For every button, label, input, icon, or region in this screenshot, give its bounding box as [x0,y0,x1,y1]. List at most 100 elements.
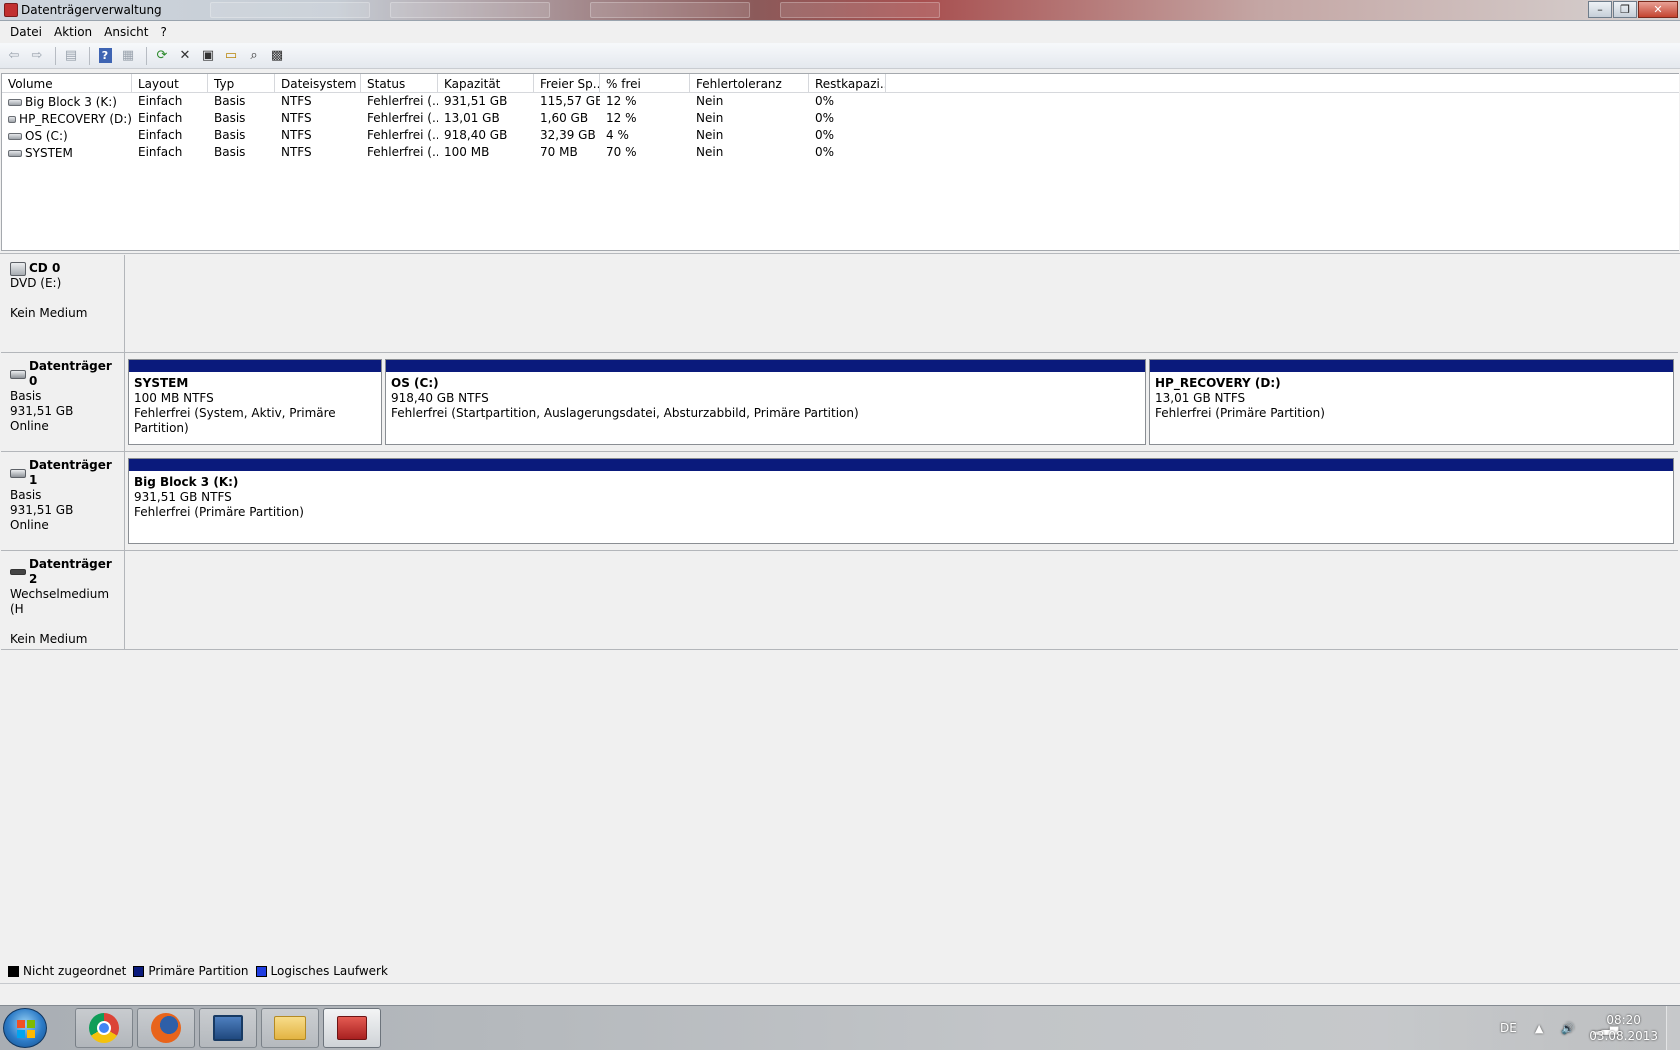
volume-icon[interactable]: 🔊 [1561,1022,1575,1035]
fault-tolerance-cell: Nein [696,111,724,125]
disk-row-disk1: Datenträger 1 Basis 931,51 GB Online Big… [1,452,1678,551]
partition-status: Fehlerfrei (System, Aktiv, Primäre Parti… [134,406,336,435]
table-row[interactable]: HP_RECOVERY (D:) Einfach Basis NTFS Fehl… [2,110,1679,127]
disk-info-line: 931,51 GB [10,503,74,517]
hard-disk-icon [10,369,26,379]
partition-big-block-3[interactable]: Big Block 3 (K:) 931,51 GB NTFS Fehlerfr… [128,458,1674,544]
column-header-layout[interactable]: Layout [132,74,208,92]
menu-datei[interactable]: Datei [4,22,48,42]
disk-info-line: DVD (E:) [10,276,62,290]
partition-name: SYSTEM [134,376,189,390]
fault-tolerance-cell: Nein [696,145,724,159]
column-header-kapazitaet[interactable]: Kapazität [438,74,534,92]
disk-label-disk1[interactable]: Datenträger 1 Basis 931,51 GB Online [1,452,125,551]
partition-name: Big Block 3 (K:) [134,475,239,489]
column-header-prozent-frei[interactable]: % frei [600,74,690,92]
disk-info-line: Online [10,419,49,433]
taskbar-chrome[interactable] [75,1008,133,1048]
console-tree-icon[interactable]: ▤ [61,46,81,66]
partition-hp-recovery[interactable]: HP_RECOVERY (D:) 13,01 GB NTFS Fehlerfre… [1149,359,1674,445]
column-header-restkapazitaet[interactable]: Restkapazi... [809,74,886,92]
minimize-button[interactable]: – [1588,1,1612,18]
partition-body: SYSTEM 100 MB NTFS Fehlerfrei (System, A… [129,372,381,436]
disk-management-app-icon [4,3,18,17]
disk-row-disk2: Datenträger 2 Wechselmedium (H Kein Medi… [1,551,1678,650]
partition-status: Fehlerfrei (Primäre Partition) [1155,406,1325,420]
disk-name-text: Datenträger 1 [28,458,112,487]
column-header-dateisystem[interactable]: Dateisystem [275,74,361,92]
start-button[interactable] [3,1008,47,1048]
background-window-ghost [390,2,550,18]
hard-disk-icon [10,468,26,478]
disk-area-disk2 [125,551,1678,650]
table-row[interactable]: Big Block 3 (K:) Einfach Basis NTFS Fehl… [2,93,1679,110]
volume-list: Volume Layout Typ Dateisystem Status Kap… [1,73,1679,251]
overhead-cell: 0% [815,94,835,108]
column-header-status[interactable]: Status [361,74,438,92]
partition-system[interactable]: SYSTEM 100 MB NTFS Fehlerfrei (System, A… [128,359,382,445]
disk-label-cd0[interactable]: CD 0 DVD (E:) Kein Medium [1,255,125,353]
back-arrow-icon[interactable]: ⇦ [4,46,24,66]
background-window-ghost [780,2,940,18]
settings-icon[interactable]: ▩ [267,46,287,66]
column-header-volume[interactable]: Volume [2,74,132,92]
disk-info-line: Kein Medium [10,632,88,646]
legend-swatch-unallocated [8,965,19,977]
legend-swatch-primary [133,965,145,977]
layout-cell: Einfach [138,94,183,108]
partition-name: OS (C:) [391,376,439,390]
status-bar [0,983,1680,1004]
disk-area-disk0: SYSTEM 100 MB NTFS Fehlerfrei (System, A… [125,353,1678,452]
taskbar-disk-management[interactable] [323,1008,381,1048]
disk-label-disk2[interactable]: Datenträger 2 Wechselmedium (H Kein Medi… [1,551,125,650]
open-folder-icon[interactable]: ▭ [221,46,241,66]
taskbar-firefox[interactable] [137,1008,195,1048]
layout-cell: Einfach [138,111,183,125]
taskbar-explorer[interactable] [261,1008,319,1048]
capacity-cell: 931,51 GB [444,94,508,108]
primary-partition-bar [386,360,1145,372]
pane-splitter[interactable] [0,251,1680,254]
toolbox-icon [337,1016,367,1040]
search-icon[interactable]: ⌕ [244,46,264,66]
show-hidden-icons-icon[interactable]: ▲ [1535,1022,1543,1035]
column-header-fehlertoleranz[interactable]: Fehlertoleranz [690,74,809,92]
toolbar-separator [89,46,90,65]
restore-button[interactable]: ❐ [1613,1,1637,18]
partition-os-c[interactable]: OS (C:) 918,40 GB NTFS Fehlerfrei (Start… [385,359,1146,445]
language-indicator[interactable]: DE [1500,1021,1517,1035]
delete-icon[interactable]: ✕ [175,46,195,66]
overhead-cell: 0% [815,145,835,159]
clock[interactable]: 08:20 03.08.2013 [1589,1012,1658,1044]
type-cell: Basis [214,111,246,125]
disk-row-cd0: CD 0 DVD (E:) Kein Medium [1,255,1678,353]
disk-label-disk0[interactable]: Datenträger 0 Basis 931,51 GB Online [1,353,125,452]
properties-pane-icon[interactable]: ▦ [118,46,138,66]
status-cell: Fehlerfrei (... [367,94,438,108]
menu-ansicht[interactable]: Ansicht [98,22,154,42]
disk-area-disk1: Big Block 3 (K:) 931,51 GB NTFS Fehlerfr… [125,452,1678,551]
help-icon[interactable]: ? [95,46,115,66]
close-button[interactable]: ✕ [1638,1,1678,18]
taskbar-control-panel[interactable] [199,1008,257,1048]
disk-name-text: CD 0 [29,261,61,275]
refresh-icon[interactable]: ⟳ [152,46,172,66]
partition-body: OS (C:) 918,40 GB NTFS Fehlerfrei (Start… [386,372,1145,421]
type-cell: Basis [214,94,246,108]
show-desktop-button[interactable] [1666,1006,1680,1050]
table-row[interactable]: SYSTEM Einfach Basis NTFS Fehlerfrei (..… [2,144,1679,161]
drive-icon [8,132,22,140]
legend-label: Nicht zugeordnet [23,964,127,978]
volume-cell: Big Block 3 (K:) [2,93,132,110]
forward-arrow-icon[interactable]: ⇨ [27,46,47,66]
table-row[interactable]: OS (C:) Einfach Basis NTFS Fehlerfrei (.… [2,127,1679,144]
column-header-freier-speicher[interactable]: Freier Sp... [534,74,600,92]
primary-partition-bar [1150,360,1673,372]
volume-name: OS (C:) [25,129,68,143]
menu-help[interactable]: ? [154,22,172,42]
background-window-ghost [210,2,370,18]
menu-aktion[interactable]: Aktion [48,22,98,42]
column-header-typ[interactable]: Typ [208,74,275,92]
properties-icon[interactable]: ▣ [198,46,218,66]
capacity-cell: 100 MB [444,145,490,159]
